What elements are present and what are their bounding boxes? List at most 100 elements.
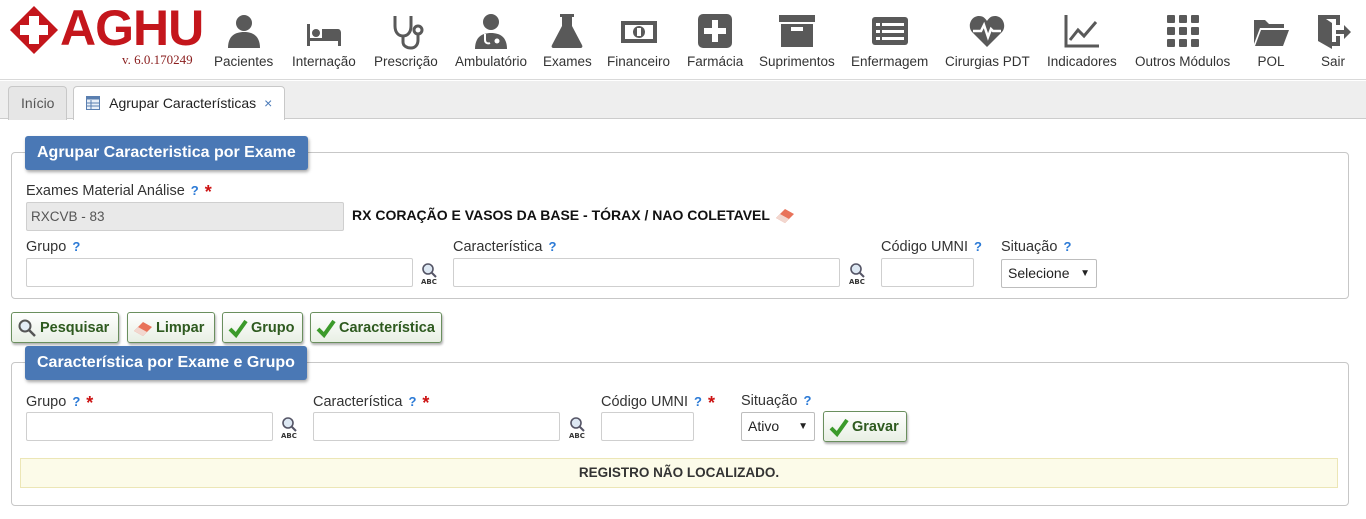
nav-sair[interactable]: Sair <box>1314 12 1352 76</box>
required-icon: * <box>422 393 430 413</box>
nav-enfermagem[interactable]: Enfermagem <box>851 12 928 76</box>
edit-grupo-input[interactable] <box>26 412 273 441</box>
nav-ambulatorio[interactable]: Ambulatório <box>455 12 527 76</box>
help-icon[interactable]: ? <box>974 239 982 254</box>
caracteristica-label-text: Característica <box>453 239 543 255</box>
folder-icon <box>1254 20 1289 46</box>
eraser-icon <box>134 321 152 336</box>
checkmark-icon <box>829 418 849 437</box>
codigo-umni-input[interactable] <box>881 258 974 287</box>
button-label: Grupo <box>251 319 295 336</box>
edit-caracteristica-input[interactable] <box>313 412 560 441</box>
top-navigation: AGHU v. 6.0.170249 Pacientes Internação … <box>0 0 1366 80</box>
nav-suprimentos[interactable]: Suprimentos <box>759 12 835 76</box>
nav-label: Internação <box>292 54 356 69</box>
help-icon[interactable]: ? <box>408 394 416 409</box>
nav-label: Outros Módulos <box>1135 54 1231 69</box>
aghu-logo[interactable]: AGHU v. 6.0.170249 <box>8 0 208 67</box>
exame-label-text: Exames Material Análise <box>26 183 185 199</box>
doctor-icon <box>475 14 508 49</box>
magnifier-icon <box>18 319 36 337</box>
checkmark-icon <box>316 319 336 338</box>
lookup-search-icon[interactable]: ABC <box>848 262 870 286</box>
tab-agrupar-caracteristicas[interactable]: Agrupar Características × <box>73 86 286 120</box>
nav-cirurgias-pdt[interactable]: Cirurgias PDT <box>945 12 1030 76</box>
nav-label: Ambulatório <box>455 54 528 69</box>
nav-label: Financeiro <box>607 54 671 69</box>
nav-outros-modulos[interactable]: Outros Módulos <box>1135 12 1230 76</box>
logo-cross-icon <box>10 6 58 54</box>
caracteristica-button[interactable]: Característica <box>310 312 442 343</box>
exame-field: RXCVB - 83 <box>26 202 344 231</box>
help-icon[interactable]: ? <box>548 239 556 254</box>
codigo-label-text: Código UMNI <box>601 394 689 410</box>
nav-pacientes[interactable]: Pacientes <box>214 12 273 76</box>
lookup-search-icon[interactable]: ABC <box>568 416 590 440</box>
nav-label: Indicadores <box>1047 54 1117 69</box>
tab-bar: Início Agrupar Características × <box>0 81 1366 120</box>
nav-indicadores[interactable]: Indicadores <box>1047 12 1117 76</box>
table-icon <box>86 96 100 110</box>
edit-situacao-select[interactable]: Ativo ▼ <box>741 412 815 441</box>
help-icon[interactable]: ? <box>694 394 702 409</box>
stethoscope-icon <box>393 16 424 50</box>
bed-icon <box>306 24 341 46</box>
nav-exames[interactable]: Exames <box>543 12 592 76</box>
nav-pol[interactable]: POL <box>1252 12 1290 76</box>
pesquisar-button[interactable]: Pesquisar <box>11 312 119 343</box>
svg-text:ABC: ABC <box>849 278 865 286</box>
nav-prescricao[interactable]: Prescrição <box>374 12 438 76</box>
help-icon[interactable]: ? <box>803 393 811 408</box>
nav-label: Cirurgias PDT <box>945 54 1030 69</box>
help-icon[interactable]: ? <box>72 239 80 254</box>
edit-codigo-umni-input[interactable] <box>601 412 694 441</box>
exame-description: RX CORAÇÃO E VASOS DA BASE - TÓRAX / NAO… <box>352 207 770 223</box>
close-icon[interactable]: × <box>264 95 272 111</box>
eraser-icon[interactable] <box>774 206 796 224</box>
caracteristica-input[interactable] <box>453 258 840 287</box>
archive-icon <box>778 15 815 47</box>
grupo-label: Grupo? <box>26 239 80 255</box>
situacao-selected-value: Selecione <box>1008 265 1070 281</box>
nav-label: Farmácia <box>687 54 744 69</box>
exame-label: Exames Material Análise? * <box>26 182 212 203</box>
nav-label: Sair <box>1320 54 1345 69</box>
nav-label: Pacientes <box>214 54 274 69</box>
checkmark-icon <box>228 319 248 338</box>
grupo-label-text: Grupo <box>26 239 67 255</box>
nav-financeiro[interactable]: Financeiro <box>607 12 670 76</box>
svg-text:ABC: ABC <box>281 432 297 440</box>
search-fieldset: Agrupar Caracteristica por Exame Exames … <box>11 136 1349 299</box>
nav-farmacia[interactable]: Farmácia <box>687 12 743 76</box>
heartbeat-icon <box>970 16 1005 47</box>
required-icon: * <box>204 182 212 202</box>
codigo-umni-label: Código UMNI? * <box>601 393 715 414</box>
grupo-button[interactable]: Grupo <box>222 312 303 343</box>
help-icon[interactable]: ? <box>191 183 199 198</box>
tab-inicio[interactable]: Início <box>8 86 68 120</box>
situacao-label-text: Situação <box>741 393 798 409</box>
tab-label: Início <box>21 95 55 111</box>
grupo-label-text: Grupo <box>26 394 67 410</box>
exit-icon <box>1318 15 1351 49</box>
search-panel-legend: Agrupar Caracteristica por Exame <box>25 136 308 170</box>
situacao-label-text: Situação <box>1001 239 1058 255</box>
lookup-search-icon[interactable]: ABC <box>280 416 302 440</box>
help-icon[interactable]: ? <box>72 394 80 409</box>
help-icon[interactable]: ? <box>1063 239 1071 254</box>
lookup-search-icon[interactable]: ABC <box>420 262 442 286</box>
nav-label: Enfermagem <box>851 54 929 69</box>
grupo-label: Grupo? * <box>26 393 93 414</box>
tab-label: Agrupar Características <box>109 95 257 111</box>
caracteristica-label-text: Característica <box>313 394 403 410</box>
required-icon: * <box>707 393 715 413</box>
button-label: Gravar <box>852 418 899 435</box>
nav-internacao[interactable]: Internação <box>292 12 356 76</box>
situacao-select[interactable]: Selecione ▼ <box>1001 259 1097 288</box>
caracteristica-label: Característica? <box>453 239 556 255</box>
situacao-label: Situação? <box>1001 239 1071 255</box>
grupo-input[interactable] <box>26 258 413 287</box>
gravar-button[interactable]: Gravar <box>823 411 907 442</box>
edit-panel-legend: Característica por Exame e Grupo <box>25 346 307 380</box>
limpar-button[interactable]: Limpar <box>127 312 215 343</box>
